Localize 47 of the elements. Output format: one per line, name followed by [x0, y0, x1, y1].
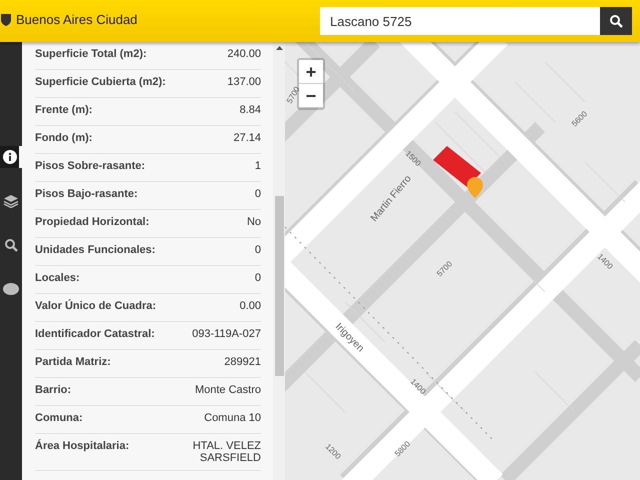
field-value: 0 — [254, 272, 261, 284]
field-label: Área Hospitalaria: — [35, 440, 130, 452]
location-pin-icon — [467, 177, 483, 198]
search-icon — [609, 14, 623, 28]
field-value: 8.84 — [238, 104, 261, 116]
field-label: Propiedad Horizontal: — [35, 216, 150, 228]
field-value: No — [246, 216, 261, 228]
field-label: Frente (m): — [35, 104, 92, 116]
field-value: 240.00 — [226, 48, 261, 60]
field-value: 137.00 — [226, 76, 261, 88]
field-label: Pisos Sobre-rasante: — [35, 160, 146, 172]
field-value: 0 — [254, 244, 261, 256]
field-label: Valor Único de Cuadra: — [35, 300, 156, 312]
shield-logo-icon — [0, 12, 12, 26]
layers-icon — [3, 194, 19, 208]
field-value: Monte Castro — [194, 384, 261, 396]
scrollbar[interactable] — [273, 42, 285, 480]
field-label: Superficie Cubierta (m2): — [35, 76, 166, 88]
parcel-highlight — [433, 146, 481, 187]
sidebar-tool-button[interactable] — [0, 146, 22, 168]
speech-bubble-icon — [3, 283, 19, 295]
field-value: 1 — [254, 160, 261, 172]
field-value: 0.00 — [238, 300, 261, 312]
field-label: Locales: — [35, 272, 80, 284]
field-label: Superficie Total (m2): — [35, 48, 147, 60]
search-field[interactable]: Lascano 5725 — [320, 7, 600, 35]
field-label: Comuna: — [35, 412, 83, 424]
field-label: Unidades Funcionales: — [35, 244, 156, 256]
info-icon — [2, 150, 16, 164]
field-value: HTAL. VELEZ SARSFIELD — [192, 440, 261, 464]
field-value: 093-119A-027 — [191, 328, 261, 340]
field-value: 289921 — [223, 356, 261, 368]
field-label: Identificador Catastral: — [35, 328, 155, 340]
field-value: Comuna 10 — [203, 412, 261, 424]
field-label: Barrio: — [35, 384, 72, 396]
search-icon — [4, 238, 18, 252]
scroll-up-icon[interactable] — [276, 46, 282, 50]
field-value: 27.14 — [232, 132, 261, 144]
scrollbar-thumb[interactable] — [274, 196, 284, 376]
field-value: 0 — [254, 188, 261, 200]
field-label: Fondo (m): — [35, 132, 92, 144]
field-label: Partida Matriz: — [35, 356, 111, 368]
zoom-out-button[interactable]: − — [299, 84, 323, 108]
field-label: Pisos Bajo-rasante: — [35, 188, 138, 200]
brand-title: Buenos Aires Ciudad — [16, 12, 138, 27]
zoom-in-button[interactable]: + — [299, 60, 323, 84]
search-button[interactable] — [600, 7, 632, 35]
